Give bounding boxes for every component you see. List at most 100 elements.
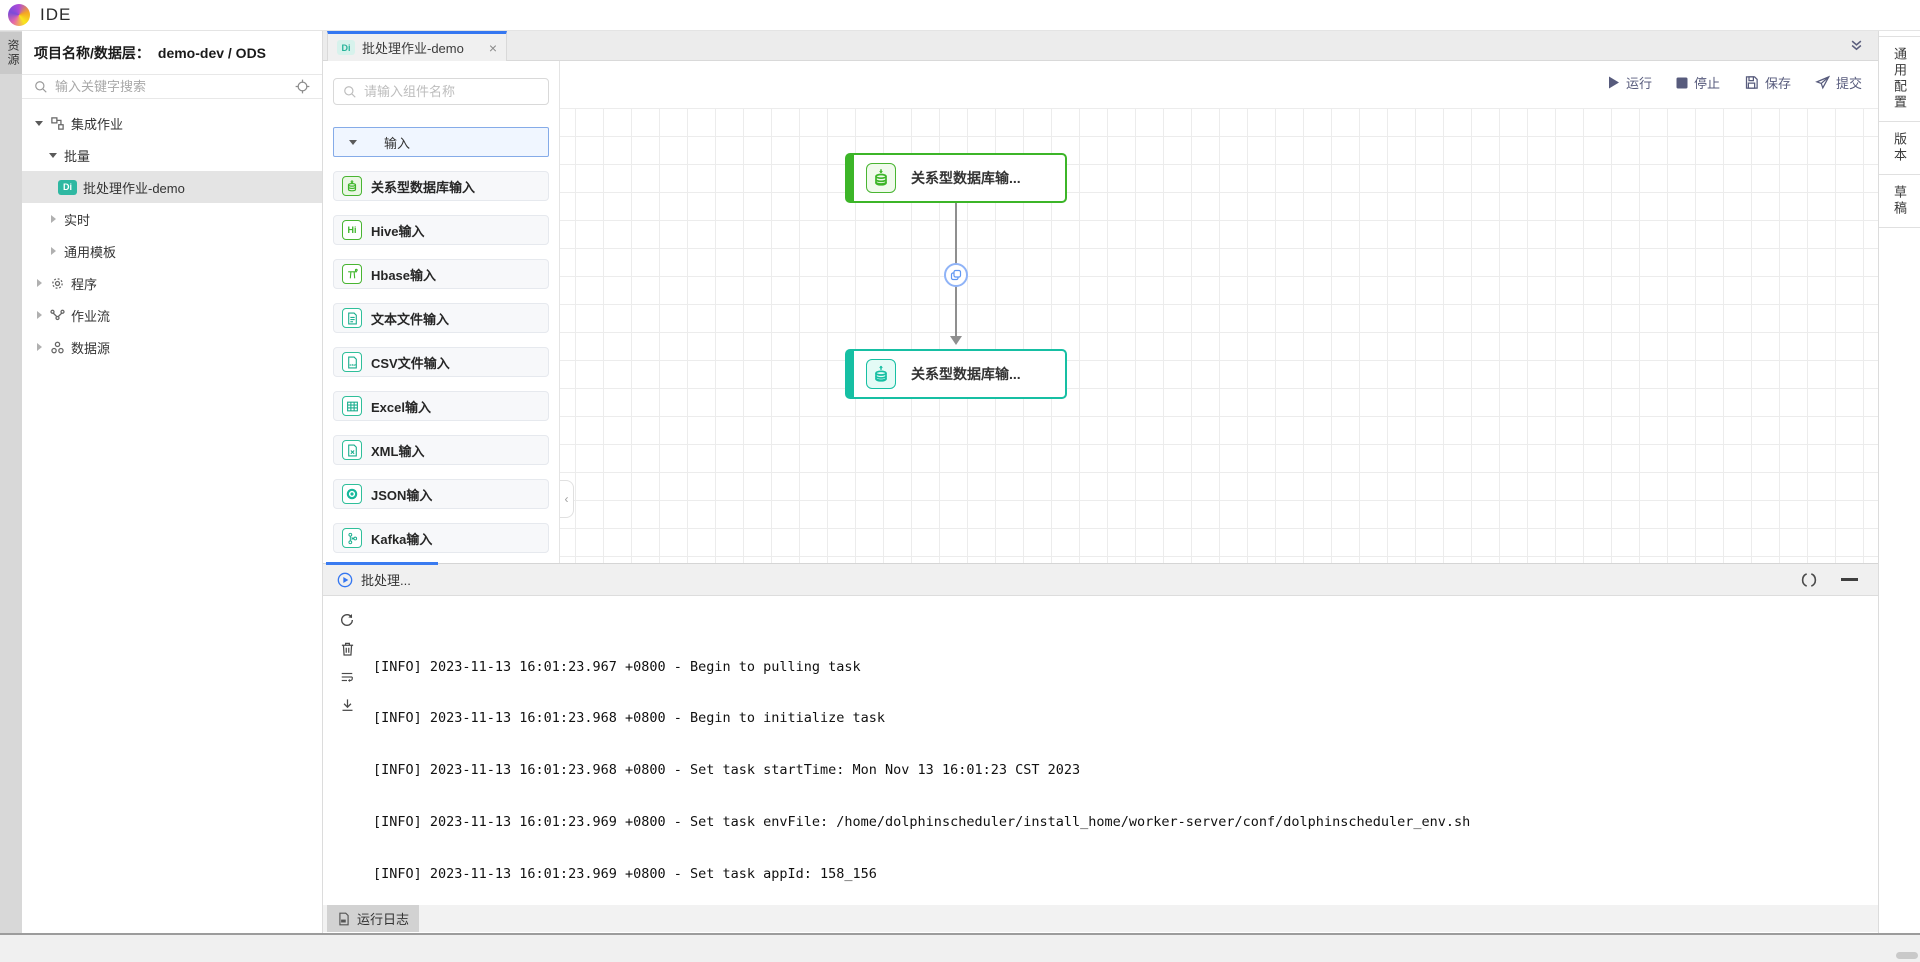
resource-tree: 集成作业 批量 Di 批处理作业-demo 实时 通用模板 程序 作业流 xyxy=(22,99,322,363)
sidebar-search-row xyxy=(22,75,322,99)
locate-icon[interactable] xyxy=(295,79,310,94)
rail-tab-resources[interactable]: 资源 xyxy=(0,32,22,74)
tree-item-label: 程序 xyxy=(71,274,97,293)
tree-item-programs[interactable]: 程序 xyxy=(22,267,322,299)
submit-button[interactable]: 提交 xyxy=(1815,73,1862,92)
caret-right-icon[interactable] xyxy=(34,342,46,352)
xml-file-icon xyxy=(342,440,362,460)
palette-item-label: JSON输入 xyxy=(371,485,432,504)
download-icon[interactable] xyxy=(340,697,355,713)
collapse-all-icon[interactable] xyxy=(1849,38,1864,53)
log-output[interactable]: [INFO] 2023-11-13 16:01:23.967 +0800 - B… xyxy=(373,596,1878,905)
tree-item-label: 实时 xyxy=(64,210,90,229)
bottom-log-panel: 批处理... xyxy=(323,563,1878,933)
stop-button[interactable]: 停止 xyxy=(1676,73,1720,92)
rail-tab-drafts[interactable]: 草稿 xyxy=(1879,175,1920,228)
submit-label: 提交 xyxy=(1836,73,1862,92)
node-relational-db-input-source[interactable]: 关系型数据库输... xyxy=(845,153,1067,203)
word-wrap-icon[interactable] xyxy=(339,670,355,684)
tree-item-realtime[interactable]: 实时 xyxy=(22,203,322,235)
palette-item-csv-file-input[interactable]: csv CSV文件输入 xyxy=(333,347,549,377)
caret-right-icon[interactable] xyxy=(48,246,60,256)
caret-right-icon[interactable] xyxy=(34,278,46,288)
right-rail: 通用配置 版本 草稿 xyxy=(1878,31,1920,933)
json-icon xyxy=(342,484,362,504)
run-log-tab[interactable]: 运行日志 xyxy=(327,905,419,932)
log-line: [INFO] 2023-11-13 16:01:23.968 +0800 - B… xyxy=(373,710,1878,727)
log-line: [INFO] 2023-11-13 16:01:23.967 +0800 - B… xyxy=(373,659,1878,676)
palette-item-relational-db-input[interactable]: 关系型数据库输入 xyxy=(333,171,549,201)
palette-item-label: XML输入 xyxy=(371,441,424,460)
app-header: IDE xyxy=(0,0,1920,31)
di-badge: Di xyxy=(58,180,77,195)
category-label: 输入 xyxy=(384,133,410,152)
palette-search-input[interactable] xyxy=(364,84,539,99)
sidebar-search-input[interactable] xyxy=(55,79,288,94)
palette-item-label: Kafka输入 xyxy=(371,529,432,548)
active-tab-indicator xyxy=(326,562,438,565)
rail-tab-versions[interactable]: 版本 xyxy=(1879,122,1920,175)
log-file-icon xyxy=(337,912,351,926)
kafka-icon xyxy=(342,528,362,548)
palette-collapse-handle[interactable]: ‹ xyxy=(560,480,574,518)
resource-sidebar: 项目名称/数据层： demo-dev / ODS 集成作业 批量 Di 批处理作… xyxy=(22,31,323,933)
integration-icon xyxy=(50,116,65,131)
tree-item-datasource[interactable]: 数据源 xyxy=(22,331,322,363)
window-bottom-strip xyxy=(0,935,1920,962)
refresh-icon[interactable] xyxy=(339,612,355,628)
rail-tab-general-config[interactable]: 通用配置 xyxy=(1879,36,1920,122)
play-circle-icon xyxy=(337,572,353,588)
play-icon xyxy=(1608,76,1620,89)
node-relational-db-input-target[interactable]: 关系型数据库输... xyxy=(845,349,1067,399)
minimize-icon[interactable] xyxy=(1841,578,1858,581)
palette-item-kafka-input[interactable]: Kafka输入 xyxy=(333,523,549,553)
run-button[interactable]: 运行 xyxy=(1608,73,1652,92)
tree-item-label: 批处理作业-demo xyxy=(83,178,185,197)
workflow-icon xyxy=(50,308,65,323)
run-log-tab-label: 运行日志 xyxy=(357,909,409,928)
flow-canvas[interactable]: 运行 停止 保存 提交 xyxy=(323,61,1878,563)
palette-item-text-file-input[interactable]: 文本文件输入 xyxy=(333,303,549,333)
tree-item-common-template[interactable]: 通用模板 xyxy=(22,235,322,267)
palette-item-xml-input[interactable]: XML输入 xyxy=(333,435,549,465)
category-input[interactable]: 输入 xyxy=(333,127,549,157)
tree-item-label: 数据源 xyxy=(71,338,110,357)
palette-item-hive-input[interactable]: Hi Hive输入 xyxy=(333,215,549,245)
tree-item-label: 通用模板 xyxy=(64,242,116,261)
palette-item-json-input[interactable]: JSON输入 xyxy=(333,479,549,509)
close-icon[interactable]: × xyxy=(489,41,497,55)
tree-item-batch-job-demo[interactable]: Di 批处理作业-demo xyxy=(22,171,322,203)
log-panel-header[interactable]: 批处理... xyxy=(323,564,1878,596)
palette-search xyxy=(333,78,549,105)
save-button[interactable]: 保存 xyxy=(1744,73,1791,92)
caret-down-icon[interactable] xyxy=(48,150,60,160)
tree-item-integration-jobs[interactable]: 集成作业 xyxy=(22,107,322,139)
tab-batch-job-demo[interactable]: Di 批处理作业-demo × xyxy=(327,31,507,61)
relational-db-input-icon xyxy=(866,163,896,193)
stop-icon xyxy=(1676,77,1688,89)
text-file-icon xyxy=(342,308,362,328)
loading-spinner-icon[interactable] xyxy=(1801,572,1817,588)
tree-item-label: 作业流 xyxy=(71,306,110,325)
caret-right-icon[interactable] xyxy=(48,214,60,224)
caret-down-icon[interactable] xyxy=(34,118,46,128)
csv-file-icon: csv xyxy=(342,352,362,372)
search-icon xyxy=(343,85,357,99)
palette-item-excel-input[interactable]: Excel输入 xyxy=(333,391,549,421)
palette-item-label: Hive输入 xyxy=(371,221,424,240)
relational-db-input-icon xyxy=(342,176,362,196)
palette-item-hbase-input[interactable]: Hbase输入 xyxy=(333,259,549,289)
tree-item-batch[interactable]: 批量 xyxy=(22,139,322,171)
log-panel-body: [INFO] 2023-11-13 16:01:23.967 +0800 - B… xyxy=(323,596,1878,905)
save-label: 保存 xyxy=(1765,73,1791,92)
horizontal-scrollbar-thumb[interactable] xyxy=(1896,952,1918,959)
datasource-icon xyxy=(50,340,65,355)
trash-icon[interactable] xyxy=(340,641,355,657)
caret-right-icon[interactable] xyxy=(34,310,46,320)
search-icon xyxy=(34,80,48,94)
tree-item-workflow[interactable]: 作业流 xyxy=(22,299,322,331)
copy-icon xyxy=(950,269,962,281)
edge-copy-badge[interactable] xyxy=(944,263,968,287)
log-toolbar xyxy=(323,596,371,905)
app-title: IDE xyxy=(40,5,71,25)
